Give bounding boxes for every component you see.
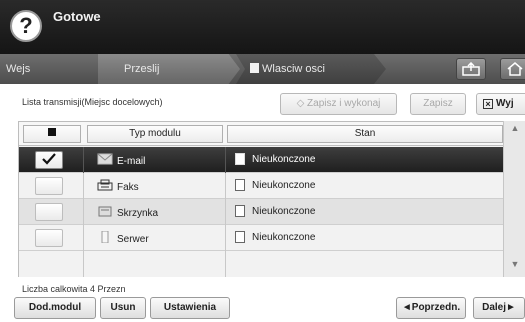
home-icon[interactable] [500,58,525,80]
row-state: Nieukonczone [252,206,316,217]
row-state: Nieukonczone [252,154,316,165]
status-text: Gotowe [53,9,101,24]
table-row[interactable]: Faks Nieukonczone [19,173,511,199]
column-type-header[interactable]: Typ modulu [87,125,223,143]
row-type: Faks [117,182,139,194]
scroll-up-icon[interactable]: ▲ [508,123,522,137]
document-icon [250,63,259,73]
email-icon [97,153,113,170]
destination-table: Typ modulu Stan E-mail Nieukonczone Faks… [18,121,511,277]
tab-wlasciwosci-label: Wlasciw osci [262,63,325,75]
row-state: Nieukonczone [252,232,316,243]
next-button[interactable]: Dalej► [473,297,525,319]
status-bar: ? Gotowe [0,0,525,54]
document-icon [235,153,245,166]
server-icon [97,230,113,248]
row-checkbox[interactable] [35,177,63,195]
total-count: Liczba calkowita 4 Przezn [22,284,126,294]
help-icon[interactable]: ? [10,10,42,42]
exit-label: Wyj [496,98,514,109]
row-type: Serwer [117,234,149,246]
row-state: Nieukonczone [252,180,316,191]
tab-wlasciwosci[interactable]: Wlasciw osci [236,54,386,84]
mailbox-icon [97,205,113,222]
send-icon[interactable] [456,58,486,80]
select-all-checkbox[interactable] [23,125,81,143]
empty-row [19,251,511,277]
fax-icon [97,179,113,196]
save-button[interactable]: Zapisz [410,93,466,115]
row-type: Skrzynka [117,208,159,220]
table-row[interactable]: Skrzynka Nieukonczone [19,199,511,225]
add-module-button[interactable]: Dod.modul [14,297,96,319]
tab-przeslij[interactable]: Przeslij [98,54,240,84]
table-row[interactable]: E-mail Nieukonczone [19,147,511,173]
column-state-header[interactable]: Stan [227,125,503,143]
row-checkbox[interactable] [35,151,63,169]
save-and-run-label: Zapisz i wykonaj [307,98,381,109]
exit-button[interactable]: × Wyj [476,93,525,115]
close-icon: × [483,99,493,109]
diamond-icon: ◇ [296,98,308,109]
table-row[interactable]: Serwer Nieukonczone [19,225,511,251]
row-checkbox[interactable] [35,203,63,221]
previous-button[interactable]: ◄Poprzedn. [396,297,466,319]
checkmark-icon [42,153,56,165]
scroll-down-icon[interactable]: ▼ [508,259,522,273]
tab-wejs[interactable]: Wejs [6,54,30,84]
list-title: Lista transmisji(Miejsc docelowych) [22,97,163,107]
table-header: Typ modulu Stan [19,122,511,146]
delete-button[interactable]: Usun [100,297,146,319]
scrollbar[interactable]: ▲ ▼ [503,121,525,277]
document-icon [235,179,245,192]
row-checkbox[interactable] [35,229,63,247]
document-icon [235,231,245,244]
settings-button[interactable]: Ustawienia [150,297,230,319]
tab-row: Wejs Przeslij Wlasciw osci [0,54,525,84]
row-type: E-mail [117,156,146,168]
checkbox-square-icon [48,128,56,136]
document-icon [235,205,245,218]
save-and-run-button[interactable]: ◇ Zapisz i wykonaj [280,93,397,115]
